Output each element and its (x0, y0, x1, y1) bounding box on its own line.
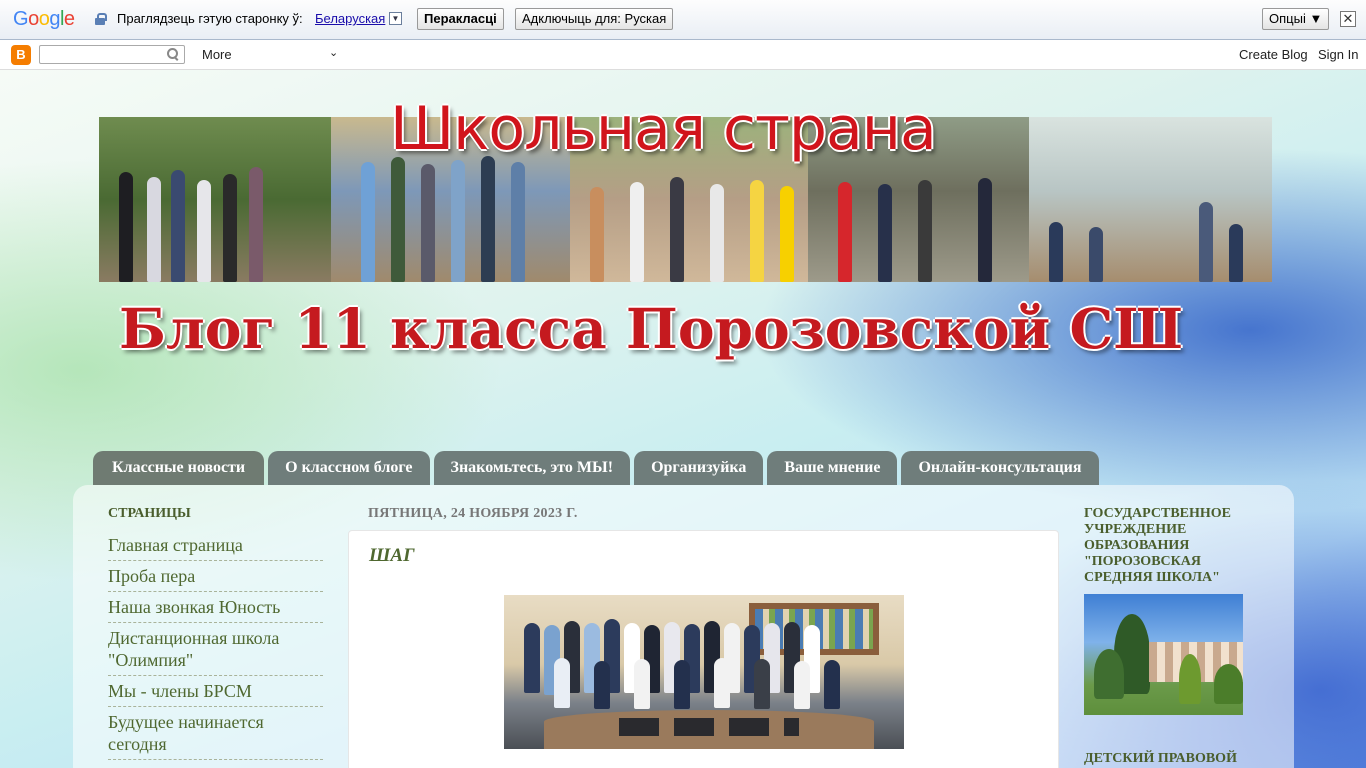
search-icon[interactable] (167, 48, 178, 59)
page-link-future[interactable]: Будущее начинается сегодня (108, 707, 323, 760)
pages-list: Главная страница Проба пера Наша звонкая… (108, 534, 323, 760)
translate-prompt: Праглядзець гэтую старонку ў: (117, 11, 303, 26)
tab-about-blog[interactable]: О классном блоге (268, 451, 430, 485)
tab-organizuyka[interactable]: Организуйка (634, 451, 764, 485)
close-icon[interactable]: ✕ (1340, 11, 1356, 27)
page-link-home[interactable]: Главная страница (108, 534, 323, 561)
pages-sidebar: СТРАНИЦЫ Главная страница Проба пера Наш… (108, 506, 323, 760)
page-link-olympia[interactable]: Дистанционная школа "Олимпия" (108, 623, 323, 676)
header-photo (99, 117, 331, 282)
logo-letter: e (63, 8, 75, 30)
language-link[interactable]: Беларуская (315, 11, 385, 26)
google-logo: Google (13, 8, 75, 31)
create-blog-link[interactable]: Create Blog (1239, 47, 1308, 62)
school-widget-title: ГОСУДАРСТВЕННОЕ УЧРЕЖДЕНИЕ ОБРАЗОВАНИЯ "… (1084, 506, 1231, 585)
pages-title: СТРАНИЦЫ (108, 506, 191, 521)
logo-letter: G (13, 8, 29, 30)
more-dropdown[interactable]: More (202, 47, 232, 62)
blog-header[interactable]: Школьная страна Блог 11 класса Порозовск… (99, 92, 1272, 392)
blogger-icon[interactable]: B (11, 45, 31, 65)
school-image[interactable] (1084, 594, 1243, 715)
translate-bar: Google Праглядзець гэтую старонку ў: Бел… (0, 0, 1366, 40)
logo-letter: o (28, 8, 39, 30)
page-link-brsm[interactable]: Мы - члены БРСМ (108, 676, 323, 707)
right-sidebar: ГОСУДАРСТВЕННОЕ УЧРЕЖДЕНИЕ ОБРАЗОВАНИЯ "… (1084, 506, 1244, 715)
page-link-proba-pera[interactable]: Проба пера (108, 561, 323, 592)
disable-translate-button[interactable]: Адключыць для: Руская (515, 8, 674, 30)
legal-widget-title: ДЕТСКИЙ ПРАВОВОЙ (1084, 751, 1237, 766)
lock-icon (95, 13, 107, 25)
post-title[interactable]: ШАГ (369, 545, 415, 567)
chevron-down-icon[interactable]: ⌄ (329, 46, 338, 59)
blog-search-input[interactable] (39, 45, 185, 64)
page-tabs: Классные новости О классном блоге Знаком… (93, 451, 1099, 485)
logo-letter: o (38, 8, 50, 30)
tab-your-opinion[interactable]: Ваше мнение (767, 451, 898, 485)
tab-online-consultation[interactable]: Онлайн-консультация (901, 451, 1099, 485)
post-image[interactable] (504, 595, 904, 749)
header-title-bottom: Блог 11 класса Порозовской СШ (119, 296, 1184, 361)
options-button[interactable]: Опцыі ▼ (1262, 8, 1330, 30)
post-date: ПЯТНИЦА, 24 НОЯБРЯ 2023 Г. (368, 506, 578, 521)
page-link-youth[interactable]: Наша звонкая Юность (108, 592, 323, 623)
tab-meet-us[interactable]: Знакомьтесь, это МЫ! (433, 451, 631, 485)
blogger-navbar: B More ⌄ Create Blog Sign In (0, 41, 1366, 70)
translate-button[interactable]: Перакласці (417, 8, 504, 30)
logo-letter: g (49, 8, 60, 30)
tab-class-news[interactable]: Классные новости (93, 451, 265, 485)
blog-post: ШАГ (348, 530, 1059, 768)
language-dropdown-icon[interactable]: ▼ (389, 12, 402, 25)
header-photo (1029, 117, 1272, 282)
header-title-top: Школьная страна (390, 94, 937, 164)
sign-in-link[interactable]: Sign In (1318, 47, 1358, 62)
